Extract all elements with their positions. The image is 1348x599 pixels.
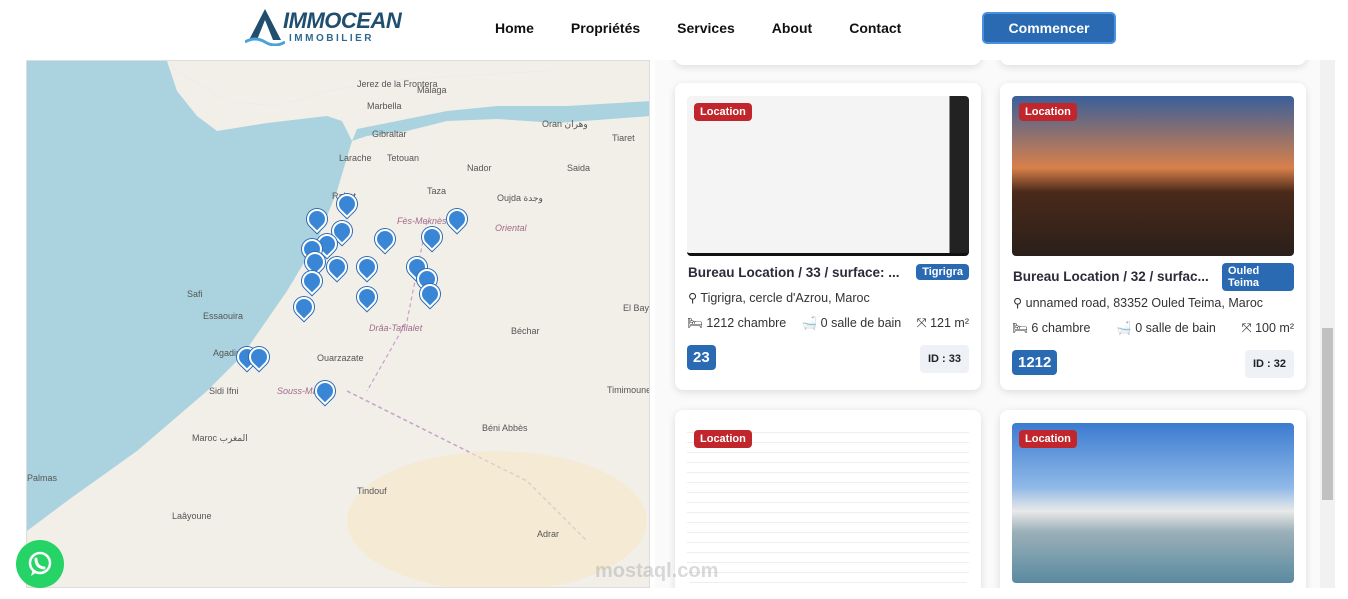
- property-card[interactable]: [1000, 60, 1306, 65]
- map-label: Béni Abbès: [482, 423, 528, 433]
- scrollbar-thumb[interactable]: [1322, 328, 1333, 500]
- bathrooms: 🛁 0 salle de bain: [802, 316, 902, 331]
- property-card[interactable]: [675, 60, 981, 65]
- property-features: 🛏 6 chambre 🛁 0 salle de bain ⤧ 100 m²: [1012, 321, 1294, 336]
- nav-home[interactable]: Home: [495, 20, 534, 36]
- id-badge: ID : 33: [919, 345, 969, 373]
- id-badge: ID : 32: [1244, 350, 1294, 378]
- property-image: Location: [687, 96, 969, 256]
- map-label: Fès-Meknès: [397, 216, 447, 226]
- commencer-button[interactable]: Commencer: [982, 12, 1116, 44]
- address-text: unnamed road, 83352 Ouled Teima, Maroc: [1025, 296, 1264, 310]
- map-label: Tiaret: [612, 133, 635, 143]
- bed-icon: 🛏: [687, 316, 707, 330]
- property-card[interactable]: Location Bureau Location / 33 / surface:…: [675, 83, 981, 390]
- map-label: Drâa-Tafilalet: [369, 323, 423, 333]
- location-badge: Location: [694, 103, 752, 121]
- whatsapp-button[interactable]: [16, 540, 64, 588]
- bathrooms-text: 0 salle de bain: [820, 316, 902, 330]
- bath-icon: 🛁: [801, 316, 821, 330]
- property-address: ⚲ unnamed road, 83352 Ouled Teima, Maroc: [1013, 295, 1263, 310]
- location-badge: Location: [1019, 430, 1077, 448]
- property-address: ⚲ Tigrigra, cercle d'Azrou, Maroc: [688, 290, 870, 305]
- logo-subtext: IMMOBILIER: [289, 33, 374, 44]
- map-label: Essaouira: [203, 311, 244, 321]
- map-label: Safi: [187, 289, 203, 299]
- map-label: Palmas: [27, 473, 58, 483]
- nav-proprietes[interactable]: Propriétés: [571, 20, 640, 36]
- nav-contact[interactable]: Contact: [849, 20, 901, 36]
- map-label: Saida: [567, 163, 591, 173]
- map-label: Oran وهران: [542, 119, 588, 129]
- map-marker-icon: ⚲: [688, 291, 701, 305]
- bathrooms-text: 0 salle de bain: [1135, 321, 1216, 335]
- map-label: Tetouan: [387, 153, 420, 163]
- map-label: Oujda وجدة: [497, 193, 543, 203]
- map-label: Adrar: [537, 529, 560, 539]
- property-card[interactable]: Location: [675, 410, 981, 588]
- expand-icon: ⤧: [1241, 321, 1256, 335]
- map-label: Ouarzazate: [317, 353, 364, 363]
- city-badge: Tigrigra: [916, 264, 969, 280]
- bed-icon: 🛏: [1012, 321, 1032, 335]
- map-label: Marbella: [367, 101, 402, 111]
- map-label: El Bayadh: [623, 303, 650, 313]
- location-badge: Location: [1019, 103, 1077, 121]
- bedrooms-text: 1212 chambre: [706, 316, 787, 330]
- map-label: Taza: [427, 186, 447, 196]
- whatsapp-icon: [28, 551, 52, 576]
- expand-icon: ⤧: [916, 316, 931, 330]
- logo[interactable]: IMMOCEAN IMMOBILIER: [244, 6, 402, 47]
- area: ⤧ 100 m²: [1242, 321, 1294, 336]
- nav-services[interactable]: Services: [677, 20, 735, 36]
- main-nav: Home Propriétés Services About Contact: [495, 20, 901, 36]
- bedrooms: 🛏 1212 chambre: [687, 316, 786, 331]
- area: ⤧ 121 m²: [917, 316, 969, 331]
- property-card[interactable]: Location: [1000, 410, 1306, 588]
- area-text: 121 m²: [930, 316, 969, 330]
- property-list: Location Bureau Location / 33 / surface:…: [655, 60, 1320, 588]
- property-image: Location: [1012, 96, 1294, 256]
- area-text: 100 m²: [1255, 321, 1294, 335]
- bath-icon: 🛁: [1116, 321, 1136, 335]
- map-label: Málaga: [417, 85, 447, 95]
- property-image: Location: [1012, 423, 1294, 583]
- property-title[interactable]: Bureau Location / 33 / surface: ...: [688, 265, 918, 280]
- map-marker-icon: ⚲: [1013, 296, 1026, 310]
- property-card[interactable]: Location Bureau Location / 32 / surfac..…: [1000, 83, 1306, 390]
- city-badge: Ouled Teima: [1222, 263, 1294, 291]
- bedrooms-text: 6 chambre: [1031, 321, 1091, 335]
- address-text: Tigrigra, cercle d'Azrou, Maroc: [700, 291, 870, 305]
- map-label: Larache: [339, 153, 372, 163]
- map-label: Tindouf: [357, 486, 387, 496]
- map-label: Béchar: [511, 326, 540, 336]
- property-image: Location: [687, 423, 969, 583]
- site-header: IMMOCEAN IMMOBILIER Home Propriétés Serv…: [0, 0, 1348, 60]
- price-badge: 1212: [1012, 350, 1058, 375]
- map-label: Maroc المغرب: [192, 433, 248, 443]
- bathrooms: 🛁 0 salle de bain: [1116, 321, 1216, 336]
- map-label: Agadir: [213, 348, 240, 358]
- nav-about[interactable]: About: [772, 20, 812, 36]
- map-label: Oriental: [495, 223, 527, 233]
- property-title[interactable]: Bureau Location / 32 / surfac...: [1013, 269, 1223, 284]
- map-label: Gibraltar: [372, 129, 407, 139]
- map-label: Nador: [467, 163, 492, 173]
- map-label: Sidi Ifni: [209, 386, 239, 396]
- property-map[interactable]: Jerez de la Frontera Marbella Málaga Gib…: [26, 60, 650, 588]
- watermark: mostaql.com: [595, 560, 719, 582]
- scrollbar[interactable]: [1320, 60, 1335, 588]
- map-label: Laâyoune: [172, 511, 212, 521]
- location-badge: Location: [694, 430, 752, 448]
- bedrooms: 🛏 6 chambre: [1012, 321, 1090, 336]
- house-logo-icon: [244, 9, 286, 47]
- property-features: 🛏 1212 chambre 🛁 0 salle de bain ⤧ 121 m…: [687, 316, 969, 331]
- price-badge: 23: [687, 345, 716, 370]
- map-label: Timimoune: [607, 385, 650, 395]
- logo-text: IMMOCEAN: [283, 8, 402, 33]
- map-tiles: [27, 61, 649, 587]
